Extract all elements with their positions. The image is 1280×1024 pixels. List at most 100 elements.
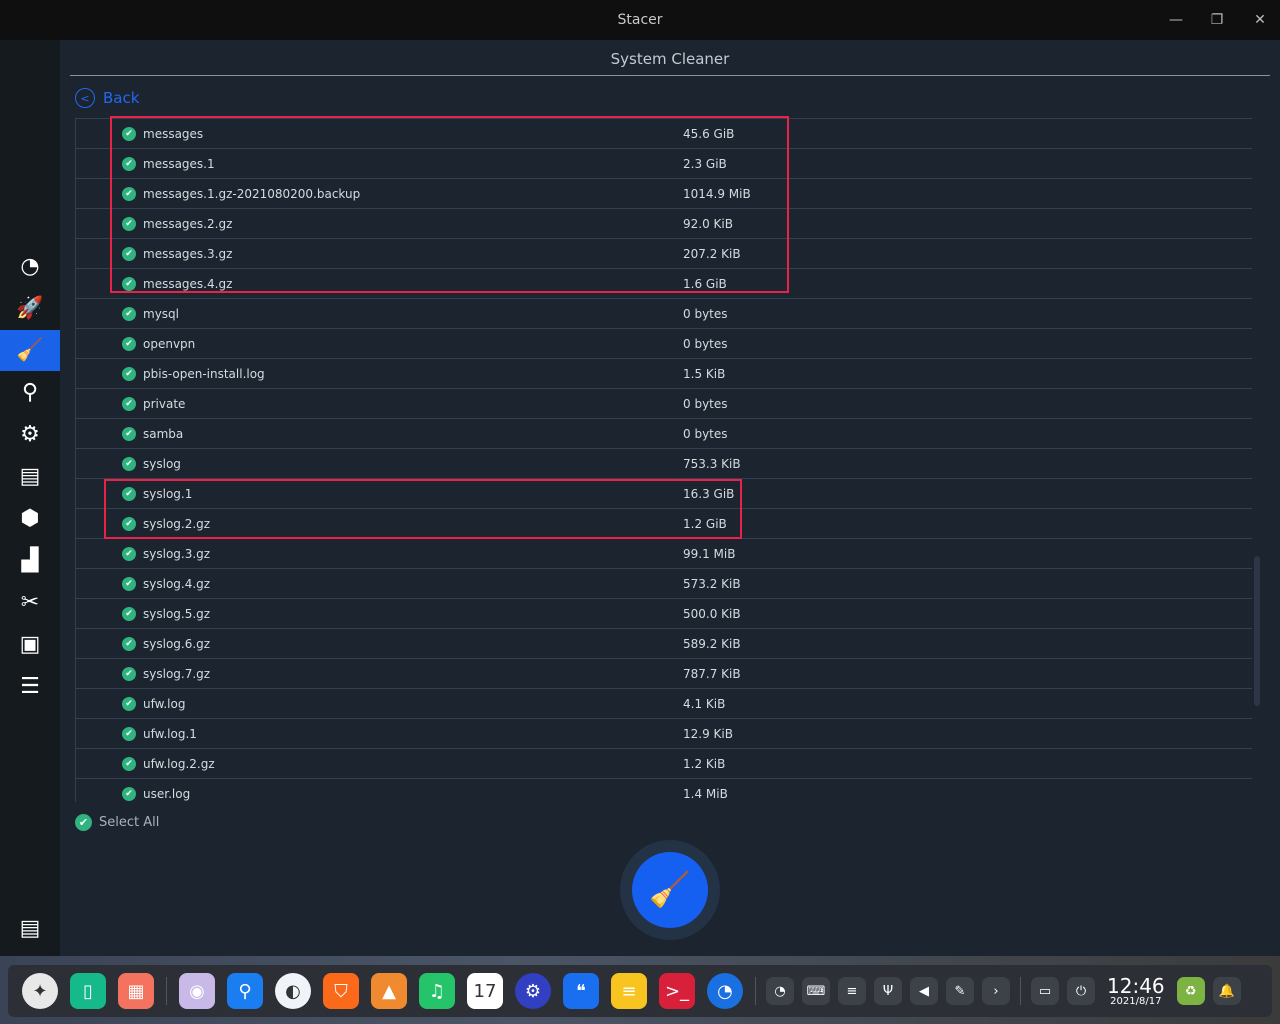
clock[interactable]: 12:46 2021/8/17: [1107, 976, 1165, 1007]
sidebar-item-apt-repository[interactable]: ▣: [0, 624, 60, 665]
stacer-app[interactable]: ◔: [707, 973, 743, 1009]
check-icon[interactable]: ✔: [122, 607, 136, 621]
terminal-app[interactable]: >_: [659, 973, 695, 1009]
volume-tray-button[interactable]: ◀: [910, 977, 938, 1005]
table-row[interactable]: ✔ ufw.log.2.gz 1.2 KiB: [76, 749, 1252, 779]
date: 2021/8/17: [1110, 995, 1162, 1007]
sidebar-item-services[interactable]: ⚙: [0, 414, 60, 455]
select-all-checkbox[interactable]: ✔ Select All: [75, 814, 159, 831]
onboard-keyboard-tray-button[interactable]: ▭: [1031, 977, 1059, 1005]
check-icon[interactable]: ✔: [122, 457, 136, 471]
sidebar-item-processes[interactable]: ▤: [0, 456, 60, 497]
table-row[interactable]: ✔ samba 0 bytes: [76, 419, 1252, 449]
sidebar-item-resources[interactable]: ▟: [0, 540, 60, 581]
browser-app[interactable]: ◐: [275, 973, 311, 1009]
workspace-app[interactable]: ▦: [118, 973, 154, 1009]
multitasking-app[interactable]: ▯: [70, 973, 106, 1009]
check-icon[interactable]: ✔: [122, 547, 136, 561]
file-size: 573.2 KiB: [683, 577, 741, 591]
table-row[interactable]: ✔ syslog.7.gz 787.7 KiB: [76, 659, 1252, 689]
power-tray-button[interactable]: ⏻: [1067, 977, 1095, 1005]
table-row[interactable]: ✔ pbis-open-install.log 1.5 KiB: [76, 359, 1252, 389]
apt-repository-icon: ▣: [19, 632, 41, 657]
table-row[interactable]: ✔ syslog 753.3 KiB: [76, 449, 1252, 479]
sidebar-item-uninstaller[interactable]: ⬢: [0, 498, 60, 539]
trash-button[interactable]: ♻: [1176, 977, 1205, 1005]
browser-icon: ◐: [285, 980, 301, 1002]
clean-button[interactable]: 🧹: [620, 840, 720, 940]
file-size: 1.4 MiB: [683, 787, 728, 801]
sidebar-item-search[interactable]: ⚲: [0, 372, 60, 413]
notification-button[interactable]: 🔔: [1212, 977, 1241, 1005]
close-button[interactable]: ✕: [1240, 0, 1280, 40]
file-name: samba: [143, 427, 184, 441]
music-icon: ♫: [428, 980, 446, 1002]
title-bar: Stacer — ❐ ✕: [0, 0, 1280, 40]
services-icon: ⚙: [20, 422, 40, 447]
check-icon[interactable]: ✔: [122, 667, 136, 681]
chat-app[interactable]: ❝: [563, 973, 599, 1009]
system-monitor-tray-button[interactable]: ◔: [766, 977, 794, 1005]
sticky-notes-tray-button[interactable]: ≡: [838, 977, 866, 1005]
check-icon[interactable]: ✔: [122, 757, 136, 771]
usb-tray-button[interactable]: Ψ: [874, 977, 902, 1005]
calendar-app[interactable]: 17: [467, 973, 503, 1009]
check-icon[interactable]: ✔: [122, 727, 136, 741]
maximize-button[interactable]: ❐: [1197, 0, 1237, 40]
feedback-button[interactable]: ▤: [0, 908, 60, 949]
check-icon[interactable]: ✔: [122, 337, 136, 351]
table-row[interactable]: ✔ syslog.6.gz 589.2 KiB: [76, 629, 1252, 659]
check-icon[interactable]: ✔: [122, 367, 136, 381]
back-button[interactable]: < Back: [75, 88, 139, 108]
check-icon[interactable]: ✔: [122, 637, 136, 651]
table-row[interactable]: ✔ openvpn 0 bytes: [76, 329, 1252, 359]
time: 12:46: [1107, 973, 1165, 998]
search-icon: ⚲: [21, 380, 39, 405]
table-row[interactable]: ✔ syslog.3.gz 99.1 MiB: [76, 539, 1252, 569]
check-icon[interactable]: ✔: [122, 427, 136, 441]
launcher-app[interactable]: ✦: [22, 973, 58, 1009]
system-cleaner-panel: System Cleaner < Back ✔ messages 45.6 GiB ✔…: [60, 40, 1280, 956]
table-row[interactable]: ✔ user.log 1.4 MiB: [76, 779, 1252, 802]
check-icon[interactable]: ✔: [122, 577, 136, 591]
window-title: Stacer: [617, 12, 663, 28]
file-size: 500.0 KiB: [683, 607, 741, 621]
table-row[interactable]: ✔ ufw.log.1 12.9 KiB: [76, 719, 1252, 749]
table-row[interactable]: ✔ mysql 0 bytes: [76, 299, 1252, 329]
usb-icon: Ψ: [882, 983, 894, 999]
minimize-button[interactable]: —: [1156, 0, 1196, 40]
sidebar-item-startup-apps[interactable]: 🚀: [0, 288, 60, 329]
check-icon[interactable]: ✔: [122, 307, 136, 321]
app-store-app[interactable]: ⛉: [323, 973, 359, 1009]
screen-picker-tray-button[interactable]: ✎: [946, 977, 974, 1005]
sidebar-item-helpers[interactable]: ✂: [0, 582, 60, 623]
expand-arrow-tray-button[interactable]: ›: [982, 977, 1010, 1005]
feedback-icon: ▤: [19, 916, 41, 941]
file-size: 787.7 KiB: [683, 667, 741, 681]
system-monitor-icon: ◔: [774, 983, 786, 999]
file-manager-app[interactable]: ⚲: [227, 973, 263, 1009]
scrollbar[interactable]: [1254, 556, 1260, 706]
table-row[interactable]: ✔ ufw.log 4.1 KiB: [76, 689, 1252, 719]
check-icon[interactable]: ✔: [122, 697, 136, 711]
table-row[interactable]: ✔ syslog.4.gz 573.2 KiB: [76, 569, 1252, 599]
file-name: mysql: [143, 307, 179, 321]
check-icon[interactable]: ✔: [122, 787, 136, 801]
sidebar-item-system-cleaner[interactable]: 🧹: [0, 330, 60, 371]
music-app[interactable]: ♫: [419, 973, 455, 1009]
control-center-app[interactable]: ⚙: [515, 973, 551, 1009]
keyboard-tray-button[interactable]: ⌨: [802, 977, 830, 1005]
table-row[interactable]: ✔ private 0 bytes: [76, 389, 1252, 419]
multitasking-icon: ▯: [83, 980, 93, 1002]
notes-app[interactable]: ≡: [611, 973, 647, 1009]
file-size: 589.2 KiB: [683, 637, 741, 651]
sidebar-item-dashboard[interactable]: ◔: [0, 246, 60, 287]
sidebar-item-settings[interactable]: ☰: [0, 666, 60, 707]
check-icon[interactable]: ✔: [122, 397, 136, 411]
power-icon: ⏻: [1075, 983, 1087, 999]
image-viewer-app[interactable]: ▲: [371, 973, 407, 1009]
table-row[interactable]: ✔ syslog.5.gz 500.0 KiB: [76, 599, 1252, 629]
camera-app[interactable]: ◉: [179, 973, 215, 1009]
notes-icon: ≡: [621, 980, 637, 1002]
workspace-icon: ▦: [127, 980, 145, 1002]
